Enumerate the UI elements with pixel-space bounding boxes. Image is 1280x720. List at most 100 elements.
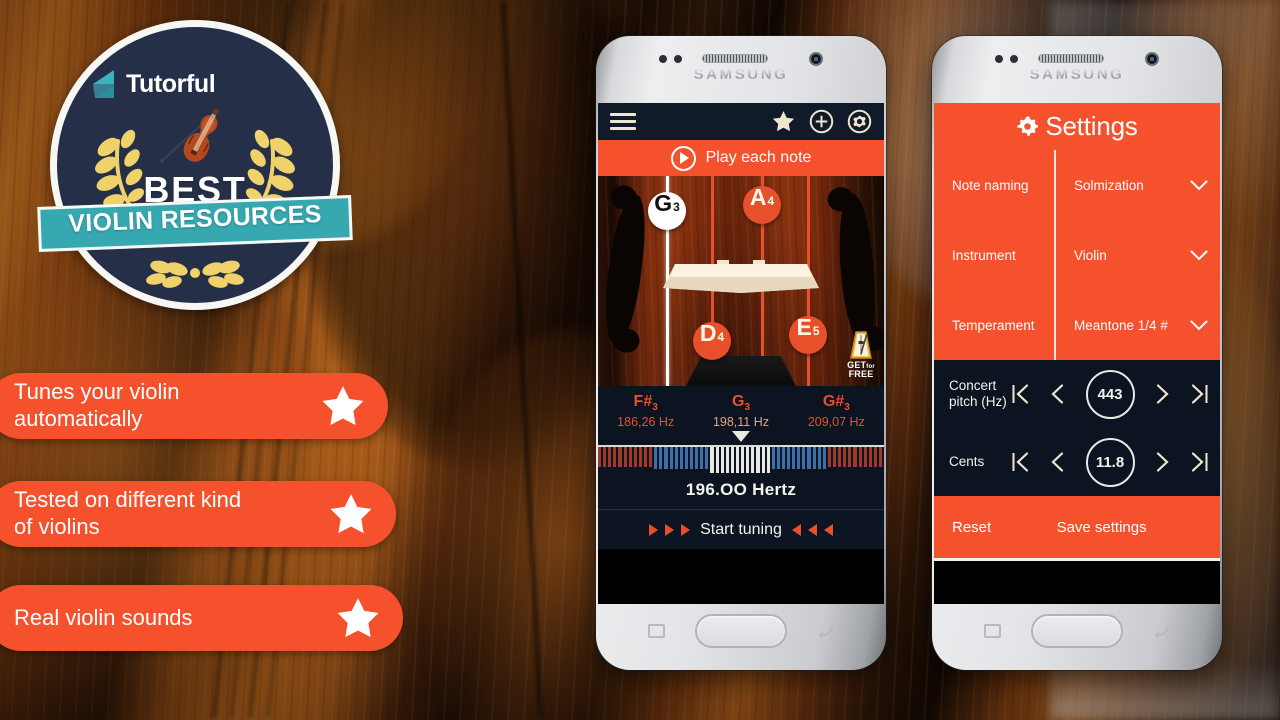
start-tuning-button[interactable]: Start tuning <box>598 509 884 550</box>
scale-tick <box>766 447 770 474</box>
hamburger-icon[interactable] <box>610 113 636 130</box>
scale-tick <box>817 447 821 470</box>
increment-button[interactable] <box>1153 382 1172 406</box>
star-icon <box>337 598 379 638</box>
setting-row-note-naming[interactable]: Note naming Solmization <box>934 150 1220 220</box>
violin-icon <box>160 108 219 163</box>
back-button[interactable] <box>1152 623 1170 639</box>
scale-tick <box>848 447 852 468</box>
recent-apps-button[interactable] <box>648 624 665 638</box>
scale-tick <box>735 447 740 474</box>
metronome-promo-button[interactable]: GETfor FREE <box>840 330 882 384</box>
scale-tick <box>787 447 791 470</box>
front-camera-icon <box>1145 52 1159 66</box>
scale-tick <box>689 447 694 470</box>
plus-circle-icon[interactable] <box>809 109 834 134</box>
light-sensor-icon <box>1010 55 1018 63</box>
string-note-e[interactable]: E5 <box>789 316 827 354</box>
phone-top-bezel: SAMSUNG <box>932 36 1222 103</box>
play-icon <box>670 145 696 171</box>
concert-pitch-value[interactable]: 443 <box>1085 369 1135 419</box>
scale-tick <box>858 447 862 468</box>
readout-hz: 209,07 Hz <box>807 415 865 430</box>
scale-tick <box>623 447 627 468</box>
scale-tick <box>715 447 719 474</box>
scale-tick <box>638 447 642 468</box>
star-icon[interactable] <box>771 109 796 134</box>
scale-tick <box>807 447 811 470</box>
note-letter: A <box>749 184 767 210</box>
first-button[interactable] <box>1011 450 1030 474</box>
settings-list: Note naming Solmization Instrument Violi… <box>934 150 1220 360</box>
scale-tick <box>822 447 826 470</box>
tutorful-logo-icon <box>93 70 114 98</box>
feature-pill: Real violin sounds <box>0 585 403 651</box>
increment-button[interactable] <box>1153 450 1172 474</box>
screen-separator <box>934 558 1220 561</box>
setting-label: Note naming <box>952 177 1029 193</box>
scale-tick <box>776 447 780 470</box>
scale-tick <box>700 447 704 470</box>
scale-tick <box>853 447 857 468</box>
settings-title: Settings <box>1045 111 1138 141</box>
chevron-down-icon[interactable] <box>1190 180 1208 191</box>
detected-frequency: 196.OO Hertz <box>598 473 884 510</box>
play-each-note-label: Play each note <box>705 149 812 166</box>
violin-fretboard: G3 A4 D4 E5 GETfor FREE <box>598 176 884 386</box>
phone-settings: SAMSUNG Settings Note naming Solmization… <box>932 36 1222 670</box>
scale-tick <box>603 447 607 468</box>
decrement-button[interactable] <box>1048 450 1067 474</box>
scale-tick <box>649 447 653 468</box>
feature-pill-text: Tested on different kind of violins <box>14 487 242 539</box>
scale-tick <box>664 447 668 470</box>
back-button[interactable] <box>816 623 834 639</box>
scale-tick <box>746 447 750 474</box>
arrow-left-icon <box>791 523 801 536</box>
badge-ribbon: VIOLIN RESOURCES <box>30 191 360 253</box>
setting-row-instrument[interactable]: Instrument Violin <box>934 220 1220 290</box>
cents-value[interactable]: 11.8 <box>1085 437 1135 487</box>
scale-tick <box>863 447 867 468</box>
gear-icon <box>1017 116 1039 136</box>
chevron-down-icon[interactable] <box>1190 250 1208 261</box>
scale-tick <box>843 447 847 468</box>
last-button[interactable] <box>1190 382 1209 406</box>
readout-cell-next: G#3 209,07 Hz <box>789 393 884 429</box>
promo-free: FREE <box>848 369 874 380</box>
gear-circle-icon[interactable] <box>847 109 872 134</box>
setting-divider <box>1054 150 1056 220</box>
stepper-controls: 443 <box>1011 369 1209 419</box>
scale-ticks <box>598 447 884 474</box>
scale-tick <box>643 447 648 468</box>
scale-tick <box>812 447 816 470</box>
scale-tick <box>608 447 612 468</box>
recent-apps-button[interactable] <box>984 624 1001 638</box>
setting-row-temperament[interactable]: Temperament Meantone 1/4 # <box>934 290 1220 360</box>
string-note-a[interactable]: A4 <box>743 186 781 224</box>
stepper-block: Concert pitch (Hz) 443 Cents 11.8 <box>934 360 1220 496</box>
scale-tick <box>628 447 632 468</box>
feature-pill: Tunes your violin automatically <box>0 373 388 439</box>
home-button[interactable] <box>1031 614 1123 648</box>
earpiece-speaker <box>702 54 768 63</box>
decrement-button[interactable] <box>1048 382 1067 406</box>
proximity-sensor-icon <box>995 55 1003 63</box>
phone-brand-label: SAMSUNG <box>932 66 1222 83</box>
chevron-down-icon[interactable] <box>1190 320 1208 331</box>
string-note-d[interactable]: D4 <box>693 322 731 360</box>
last-button[interactable] <box>1190 450 1209 474</box>
home-button[interactable] <box>695 614 787 648</box>
stepper-label: Concert pitch (Hz) <box>949 378 1007 409</box>
arrow-right-icon <box>649 523 659 536</box>
stepper-row-cents: Cents 11.8 <box>934 428 1220 496</box>
first-button[interactable] <box>1011 382 1030 406</box>
scale-tick <box>730 447 734 474</box>
readout-cell-prev: F#3 186,26 Hz <box>598 393 693 429</box>
stepper-label: Cents <box>949 454 985 470</box>
play-each-note-button[interactable]: Play each note <box>598 140 884 176</box>
string-note-g[interactable]: G3 <box>648 192 686 230</box>
tuning-pointer-icon <box>732 431 750 443</box>
reset-button[interactable]: Reset <box>934 519 991 536</box>
setting-label: Temperament <box>952 317 1035 333</box>
save-settings-button[interactable]: Save settings <box>991 519 1220 536</box>
